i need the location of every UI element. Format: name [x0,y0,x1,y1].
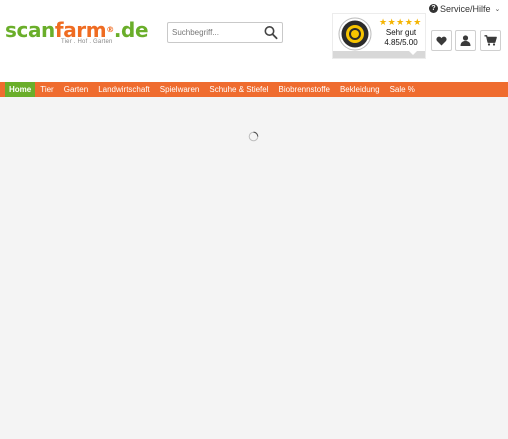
search-input[interactable] [172,25,260,40]
heart-icon [436,36,447,46]
search-box [167,22,283,43]
nav-item-landwirtschaft[interactable]: Landwirtschaft [93,82,155,97]
nav-item-sale[interactable]: Sale % [385,82,420,97]
rating-stars: ★★★★★ [379,17,422,27]
rating-text: Sehr gut [385,28,417,37]
wishlist-button[interactable] [431,30,452,51]
logo-part-de: .de [113,18,149,42]
main-navigation: Home Tier Garten Landwirtschaft Spielwar… [0,82,508,97]
logo-wordmark: scanfarm®.de [5,20,150,40]
cart-button[interactable] [480,30,501,51]
site-logo[interactable]: scanfarm®.de Tier . Hof . Garten [5,20,150,46]
service-help-menu[interactable]: ? Service/Hilfe ⌄ [429,3,500,14]
site-header: scanfarm®.de Tier . Hof . Garten ★★★★★ S… [0,0,508,82]
spinner-icon [248,129,259,142]
logo-part-scan: scan [5,18,55,42]
trust-badge-notch [409,51,417,55]
nav-item-spielwaren[interactable]: Spielwaren [155,82,205,97]
nav-item-home[interactable]: Home [5,82,36,97]
trusted-shops-seal-icon [338,17,372,51]
main-content [0,97,508,439]
chevron-down-icon: ⌄ [494,5,501,13]
nav-item-tier[interactable]: Tier [35,82,58,97]
search-icon[interactable] [264,25,278,40]
nav-item-bekleidung[interactable]: Bekleidung [335,82,385,97]
logo-tagline: Tier . Hof . Garten [61,39,113,45]
service-help-label: Service/Hilfe [440,3,491,14]
nav-item-garten[interactable]: Garten [59,82,93,97]
cart-icon [484,35,497,46]
nav-item-biobrennstoffe[interactable]: Biobrennstoffe [274,82,335,97]
nav-item-schuhe-stiefel[interactable]: Schuhe & Stiefel [204,82,273,97]
trusted-shops-badge[interactable]: ★★★★★ Sehr gut 4.85/5.00 [332,13,426,59]
logo-registered-mark: ® [106,25,114,34]
rating-score: 4.85/5.00 [384,38,418,47]
user-icon [460,35,471,46]
account-button[interactable] [455,30,476,51]
trust-badge-bar [333,51,425,58]
question-circle-icon: ? [429,4,438,13]
